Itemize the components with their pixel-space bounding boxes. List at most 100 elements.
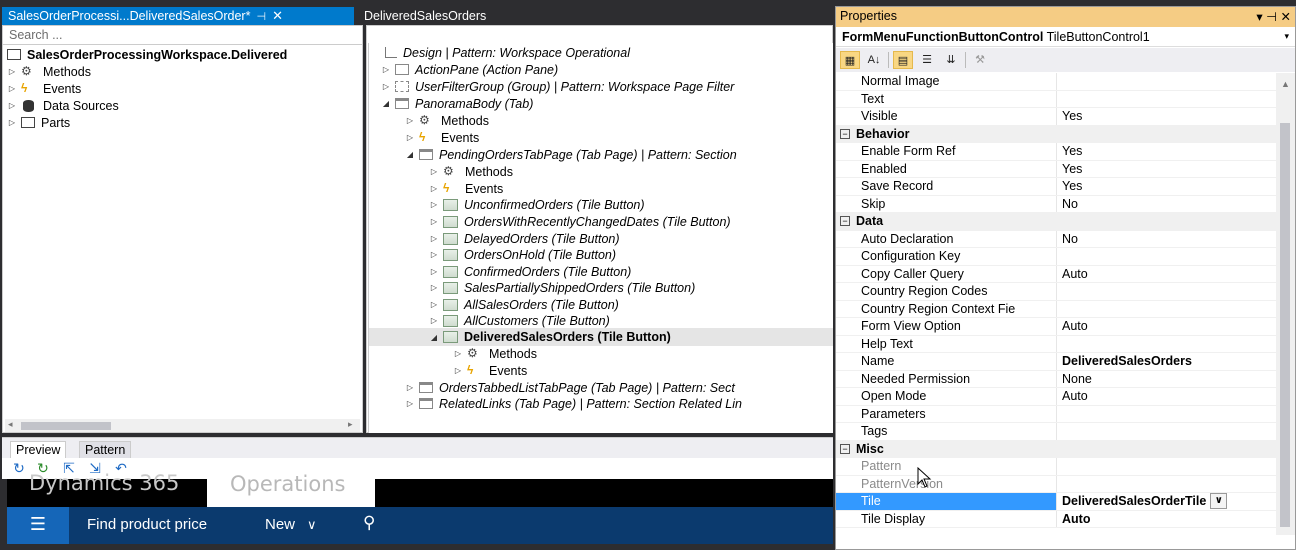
prop-row-save-record[interactable]: Save Record Yes xyxy=(836,178,1276,196)
prop-value[interactable]: Auto xyxy=(1057,511,1276,528)
prop-value[interactable]: No xyxy=(1057,196,1276,213)
tree-tile-deliveredsalesorders[interactable]: ◢ DeliveredSalesOrders (Tile Button) xyxy=(369,328,833,346)
scroll-up-icon[interactable]: ▲ xyxy=(1281,79,1290,89)
categorized-icon[interactable]: ▦ xyxy=(840,51,860,69)
expand-arrow-icon[interactable]: ▷ xyxy=(381,82,391,91)
prop-value[interactable]: Yes xyxy=(1057,161,1276,178)
prop-row-needed-permission[interactable]: Needed Permission None xyxy=(836,370,1276,388)
expand-arrow-icon[interactable]: ▷ xyxy=(405,383,415,392)
collapse-arrow-icon[interactable]: ◢ xyxy=(429,333,439,342)
expand-arrow-icon[interactable]: ▷ xyxy=(7,118,17,127)
scroll-thumb[interactable] xyxy=(1280,123,1290,527)
window-controls-icon[interactable]: ▾ ⊣ ✕ xyxy=(1256,9,1291,25)
horizontal-scrollbar[interactable]: ◂ ▸ xyxy=(5,419,360,432)
expand-arrow-icon[interactable]: ▷ xyxy=(429,250,439,259)
prop-row-open-mode[interactable]: Open Mode Auto xyxy=(836,388,1276,406)
expand-arrow-icon[interactable]: ▷ xyxy=(429,234,439,243)
expand-arrow-icon[interactable]: ▷ xyxy=(429,300,439,309)
tree-tile-partiallyshipped[interactable]: ▷ SalesPartiallyShippedOrders (Tile Butt… xyxy=(429,279,695,296)
prop-value[interactable] xyxy=(1057,91,1276,108)
tree-actionpane[interactable]: ▷ ActionPane (Action Pane) xyxy=(381,61,558,78)
expand-arrow-icon[interactable]: ▷ xyxy=(7,67,17,76)
prop-value[interactable] xyxy=(1057,301,1276,318)
search-icon[interactable]: ⚲ xyxy=(363,513,375,533)
collapse-icon[interactable]: − xyxy=(840,216,850,227)
expand-arrow-icon[interactable]: ▷ xyxy=(429,283,439,292)
prop-row-country-region-codes[interactable]: Country Region Codes xyxy=(836,283,1276,301)
prop-row-form-view-option[interactable]: Form View Option Auto xyxy=(836,318,1276,336)
wrench-icon[interactable]: ⚒ xyxy=(970,51,990,69)
events-list-icon[interactable]: ☰ xyxy=(917,51,937,69)
prop-value[interactable]: No xyxy=(1057,231,1276,248)
category-misc[interactable]: − Misc xyxy=(836,440,1276,458)
expand-arrow-icon[interactable]: ▷ xyxy=(429,217,439,226)
prop-row-pattern-version[interactable]: PatternVersion xyxy=(836,475,1276,493)
find-product-price-link[interactable]: Find product price xyxy=(87,516,207,533)
collapse-arrow-icon[interactable]: ◢ xyxy=(381,99,391,108)
prop-value[interactable] xyxy=(1057,406,1276,423)
tree-item-datasources[interactable]: ▷ Data Sources xyxy=(7,97,119,114)
prop-row-visible[interactable]: Visible Yes xyxy=(836,108,1276,126)
expand-arrow-icon[interactable]: ▷ xyxy=(453,366,463,375)
tree-pendingorders[interactable]: ◢ PendingOrdersTabPage (Tab Page) | Patt… xyxy=(405,146,737,163)
expand-arrow-icon[interactable]: ▷ xyxy=(453,349,463,358)
tree-root[interactable]: SalesOrderProcessingWorkspace.Delivered xyxy=(7,46,287,63)
tree-userfiltergroup[interactable]: ▷ UserFilterGroup (Group) | Pattern: Wor… xyxy=(381,78,734,95)
tile-value-field[interactable]: DeliveredSalesOrderTile ∨ xyxy=(1057,493,1276,510)
prop-row-help-text[interactable]: Help Text xyxy=(836,335,1276,353)
tree-item-parts[interactable]: ▷ Parts xyxy=(7,114,70,131)
prop-value[interactable] xyxy=(1057,283,1276,300)
chevron-down-icon[interactable]: ∨ xyxy=(1210,493,1228,510)
prop-value[interactable]: Auto xyxy=(1057,388,1276,405)
expand-arrow-icon[interactable]: ▷ xyxy=(7,101,17,110)
tree-pending-methods[interactable]: ▷ ⚙ Methods xyxy=(429,163,513,180)
tree-tile-allsalesorders[interactable]: ▷ AllSalesOrders (Tile Button) xyxy=(429,296,619,313)
expand-arrow-icon[interactable]: ▷ xyxy=(429,167,439,176)
tab-pattern[interactable]: Pattern xyxy=(79,441,132,459)
tree-panoramabody[interactable]: ◢ PanoramaBody (Tab) xyxy=(381,95,533,112)
tree-tile-delayed[interactable]: ▷ DelayedOrders (Tile Button) xyxy=(429,230,620,247)
expand-arrow-icon[interactable]: ▷ xyxy=(405,133,415,142)
tree-tile-recentlychanged[interactable]: ▷ OrdersWithRecentlyChangedDates (Tile B… xyxy=(429,213,731,230)
category-data[interactable]: − Data xyxy=(836,213,1276,231)
menu-icon[interactable]: ☰ xyxy=(7,507,69,544)
properties-icon[interactable]: ▤ xyxy=(893,51,913,69)
prop-row-tile-display[interactable]: Tile Display Auto xyxy=(836,510,1276,528)
prop-row-text[interactable]: Text xyxy=(836,90,1276,108)
prop-value[interactable]: Auto xyxy=(1057,318,1276,335)
close-icon[interactable]: ✕ xyxy=(272,8,283,24)
prop-value[interactable] xyxy=(1057,73,1276,90)
prop-row-pattern[interactable]: Pattern xyxy=(836,458,1276,476)
prop-value[interactable] xyxy=(1057,423,1276,440)
alphabetical-icon[interactable]: A↓ xyxy=(864,51,884,69)
prop-value[interactable] xyxy=(1057,248,1276,265)
new-button[interactable]: New xyxy=(265,516,295,533)
expand-arrow-icon[interactable]: ▷ xyxy=(405,116,415,125)
prop-row-skip[interactable]: Skip No xyxy=(836,195,1276,213)
search-input[interactable]: Search ... xyxy=(3,26,362,45)
prop-value[interactable]: None xyxy=(1057,371,1276,388)
prop-row-country-region-context[interactable]: Country Region Context Fie xyxy=(836,300,1276,318)
tab-preview[interactable]: Preview xyxy=(10,441,67,459)
tree-delivered-methods[interactable]: ▷ ⚙ Methods xyxy=(453,345,537,362)
pin-icon[interactable]: ⊣ xyxy=(256,10,266,23)
tree-item-methods[interactable]: ▷ ⚙ Methods xyxy=(7,63,91,80)
tree-panorama-events[interactable]: ▷ ϟ Events xyxy=(405,129,479,146)
collapse-arrow-icon[interactable]: ◢ xyxy=(405,150,415,159)
prop-row-enable-form-ref[interactable]: Enable Form Ref Yes xyxy=(836,143,1276,161)
tree-item-events[interactable]: ▷ ϟ Events xyxy=(7,80,81,97)
scroll-right-icon[interactable]: ▸ xyxy=(348,419,353,430)
refresh-icon[interactable]: ↻ xyxy=(10,460,28,477)
prop-row-name[interactable]: Name DeliveredSalesOrders xyxy=(836,353,1276,371)
prop-value[interactable]: Yes xyxy=(1057,178,1276,195)
prop-row-auto-declaration[interactable]: Auto Declaration No xyxy=(836,230,1276,248)
tab-deliveredsalesorders[interactable]: DeliveredSalesOrders xyxy=(358,7,492,25)
prop-value[interactable]: Yes xyxy=(1057,143,1276,160)
prop-row-normal-image[interactable]: Normal Image xyxy=(836,73,1276,91)
tree-relatedlinks[interactable]: ▷ RelatedLinks (Tab Page) | Pattern: Sec… xyxy=(405,395,742,412)
tree-pending-events[interactable]: ▷ ϟ Events xyxy=(429,180,503,197)
filter-icon[interactable]: ⇊ xyxy=(941,51,961,69)
collapse-icon[interactable]: − xyxy=(840,443,850,454)
expand-arrow-icon[interactable]: ▷ xyxy=(7,84,17,93)
prop-row-configuration-key[interactable]: Configuration Key xyxy=(836,248,1276,266)
